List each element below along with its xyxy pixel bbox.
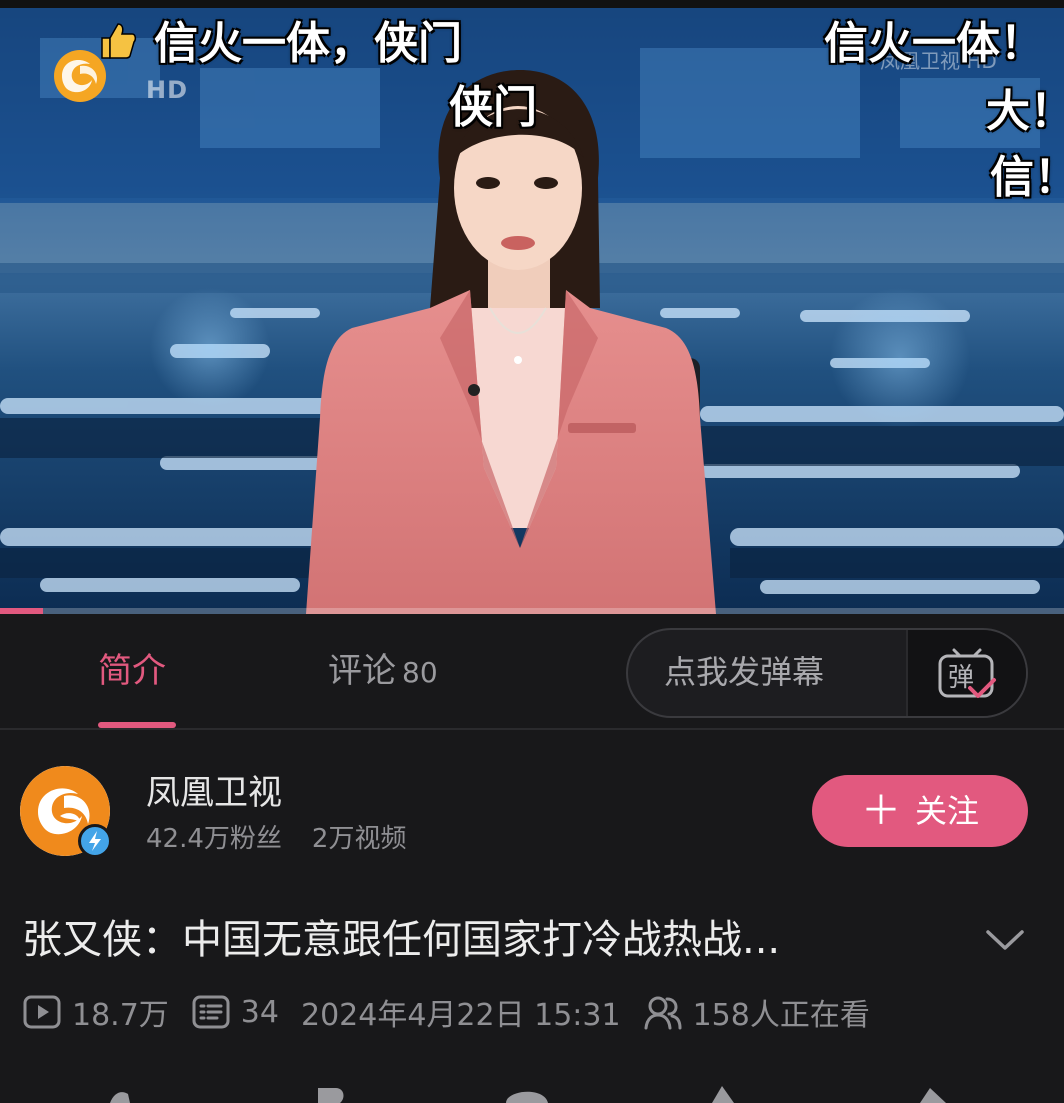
follower-count: 42.4万粉丝 (146, 824, 282, 854)
status-strip (0, 0, 1064, 8)
plus-icon: ＋ (860, 788, 901, 834)
view-count: 18.7万 (72, 998, 169, 1033)
danmaku-input-box: 点我发弹幕 弹 (626, 628, 1028, 718)
danmaku-comment: 侠门 (449, 82, 537, 133)
follow-label: 关注 (914, 792, 979, 830)
watching-people-icon (644, 996, 682, 1030)
danmaku-count: 34 (240, 994, 279, 1030)
uploader-card: 凤凰卫视 42.4万粉丝 2万视频 ＋ 关注 (0, 732, 1064, 882)
tab-intro[interactable]: 简介 (98, 654, 166, 688)
video-meta: 18.7万 34 2024年4月22日 15:31 158人正在看 (22, 990, 892, 1034)
hd-badge: HD (146, 76, 189, 104)
uploader-name[interactable]: 凤凰卫视 (146, 776, 282, 810)
comments-count: 80 (402, 656, 438, 689)
video-count: 2万视频 (311, 824, 407, 854)
danmaku-count-icon (192, 995, 230, 1029)
danmaku-comment: 大！ (986, 86, 1064, 137)
watching-count: 158人正在看 (692, 998, 870, 1033)
active-tab-indicator (98, 722, 176, 728)
danmaku-comment: 信！ (990, 152, 1064, 203)
action-bar-peek (110, 1086, 946, 1103)
chevron-down-icon[interactable] (984, 922, 1026, 956)
danmaku-comment: 信火一体，侠门 (154, 18, 462, 69)
thumbs-up-icon (101, 23, 137, 59)
verified-badge-icon (78, 824, 112, 858)
video-player[interactable]: 凤凰卫视 HD HD 信火一体，侠门 侠门 信火一体！ 大！ 信！ (0, 0, 1064, 614)
detail-tab-bar: 简介 评论 80 点我发弹幕 弹 (0, 614, 1064, 730)
tab-comments[interactable]: 评论 80 (328, 654, 438, 688)
publish-date: 2024年4月22日 15:31 (300, 998, 621, 1033)
follow-button[interactable]: ＋ 关注 (812, 775, 1028, 847)
danmaku-toggle-icon: 弹 (938, 648, 996, 698)
danmaku-toggle-button[interactable]: 弹 (906, 630, 1026, 716)
video-title: 张又侠：中国无意跟任何国家打冷战热战... (22, 918, 781, 962)
tab-comments-label: 评论 (328, 651, 396, 691)
danmaku-comment: 信火一体！ (824, 18, 1044, 69)
play-count-icon (23, 995, 61, 1029)
danmaku-input[interactable]: 点我发弹幕 (664, 656, 824, 688)
uploader-stats: 42.4万粉丝 2万视频 (146, 826, 406, 852)
